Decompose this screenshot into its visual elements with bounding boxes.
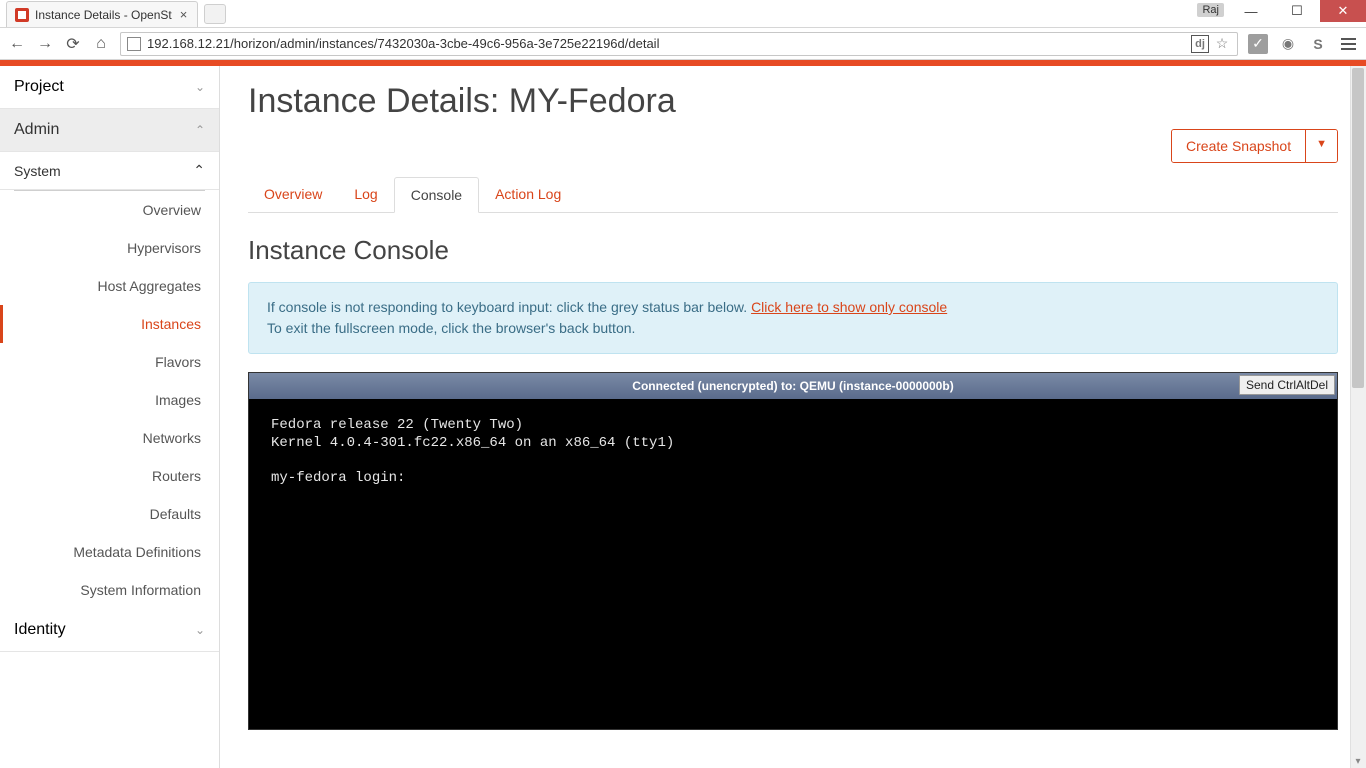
nav-admin[interactable]: Admin ⌃: [0, 109, 219, 152]
sidebar-item-metadata-definitions[interactable]: Metadata Definitions: [0, 533, 219, 571]
nav-project-label: Project: [14, 78, 64, 96]
maximize-button[interactable]: ☐: [1274, 0, 1320, 22]
page-scrollbar[interactable]: ▴ ▾: [1350, 66, 1366, 768]
sidebar-item-images[interactable]: Images: [0, 381, 219, 419]
nav-system-label: System: [14, 163, 61, 179]
new-tab-button[interactable]: [204, 4, 226, 24]
create-snapshot-caret[interactable]: ▼: [1305, 130, 1337, 162]
close-tab-icon[interactable]: ×: [180, 7, 188, 22]
chevron-down-icon: ⌄: [195, 80, 205, 94]
sidebar-item-routers[interactable]: Routers: [0, 457, 219, 495]
send-ctrlaltdel-button[interactable]: Send CtrlAltDel: [1239, 375, 1335, 395]
url-text: 192.168.12.21/horizon/admin/instances/74…: [147, 36, 659, 51]
tab-overview[interactable]: Overview: [248, 177, 338, 212]
window-close-button[interactable]: ✕: [1320, 0, 1366, 22]
browser-tab[interactable]: Instance Details - OpenSt ×: [6, 1, 198, 27]
sidebar-item-flavors[interactable]: Flavors: [0, 343, 219, 381]
favicon-icon: [15, 8, 29, 22]
sidebar-item-networks[interactable]: Networks: [0, 419, 219, 457]
app-container: Project ⌄ Admin ⌃ System ⌃ Overview Hype…: [0, 66, 1366, 768]
browser-titlebar: Instance Details - OpenSt × Raj — ☐ ✕: [0, 0, 1366, 28]
window-controls: Raj — ☐ ✕: [1197, 0, 1366, 27]
create-snapshot-group: Create Snapshot ▼: [1171, 129, 1338, 163]
nav-admin-label: Admin: [14, 121, 59, 139]
console-status-text: Connected (unencrypted) to: QEMU (instan…: [632, 379, 953, 393]
browser-toolbar: ← → ⟳ ⌂ 192.168.12.21/horizon/admin/inst…: [0, 28, 1366, 60]
nav-system[interactable]: System ⌃: [0, 152, 219, 190]
page-actions: Create Snapshot ▼: [248, 129, 1338, 163]
sidebar-item-hypervisors[interactable]: Hypervisors: [0, 229, 219, 267]
chevron-down-icon: ⌄: [195, 623, 205, 637]
scroll-down-icon[interactable]: ▾: [1353, 756, 1363, 766]
address-bar[interactable]: 192.168.12.21/horizon/admin/instances/74…: [120, 32, 1238, 56]
bookmark-star-icon[interactable]: ☆: [1213, 35, 1231, 53]
extension-check-icon[interactable]: ✓: [1248, 34, 1268, 54]
console-terminal[interactable]: Fedora release 22 (Twenty Two) Kernel 4.…: [249, 399, 1337, 729]
sidebar-item-defaults[interactable]: Defaults: [0, 495, 219, 533]
sidebar-item-instances[interactable]: Instances: [0, 305, 219, 343]
show-only-console-link[interactable]: Click here to show only console: [751, 299, 947, 315]
sidebar-item-host-aggregates[interactable]: Host Aggregates: [0, 267, 219, 305]
back-icon[interactable]: ←: [8, 35, 26, 53]
sidebar-item-overview[interactable]: Overview: [0, 191, 219, 229]
info-text-2: To exit the fullscreen mode, click the b…: [267, 320, 635, 336]
sidebar: Project ⌄ Admin ⌃ System ⌃ Overview Hype…: [0, 66, 220, 768]
console-info-box: If console is not responding to keyboard…: [248, 282, 1338, 354]
forward-icon[interactable]: →: [36, 35, 54, 53]
console-status-bar[interactable]: Connected (unencrypted) to: QEMU (instan…: [249, 373, 1337, 399]
dj-extension-icon[interactable]: dj: [1191, 35, 1209, 53]
sidebar-item-system-information[interactable]: System Information: [0, 571, 219, 609]
reload-icon[interactable]: ⟳: [64, 35, 82, 53]
minimize-button[interactable]: —: [1228, 0, 1274, 22]
extension-shield-icon[interactable]: ◉: [1278, 34, 1298, 54]
nav-project[interactable]: Project ⌄: [0, 66, 219, 109]
tab-title: Instance Details - OpenSt: [35, 8, 172, 22]
main-content: Instance Details: MY-Fedora Create Snaps…: [220, 66, 1366, 768]
page-title: Instance Details: MY-Fedora: [248, 82, 1338, 121]
chevron-up-icon: ⌃: [195, 123, 205, 137]
user-badge: Raj: [1197, 3, 1224, 17]
scroll-thumb[interactable]: [1352, 68, 1364, 388]
home-icon[interactable]: ⌂: [92, 35, 110, 53]
tab-console[interactable]: Console: [394, 177, 479, 213]
nav-identity-label: Identity: [14, 621, 66, 639]
extension-s-icon[interactable]: S: [1308, 34, 1328, 54]
tab-action-log[interactable]: Action Log: [479, 177, 577, 212]
tab-log[interactable]: Log: [338, 177, 393, 212]
page-icon: [127, 37, 141, 51]
section-title: Instance Console: [248, 235, 1338, 266]
menu-icon[interactable]: [1338, 34, 1358, 54]
console-container: Connected (unencrypted) to: QEMU (instan…: [248, 372, 1338, 730]
info-text-1: If console is not responding to keyboard…: [267, 299, 751, 315]
detail-tabs: Overview Log Console Action Log: [248, 177, 1338, 213]
chevron-up-icon: ⌃: [193, 162, 205, 179]
nav-identity[interactable]: Identity ⌄: [0, 609, 219, 652]
create-snapshot-button[interactable]: Create Snapshot: [1172, 130, 1305, 162]
